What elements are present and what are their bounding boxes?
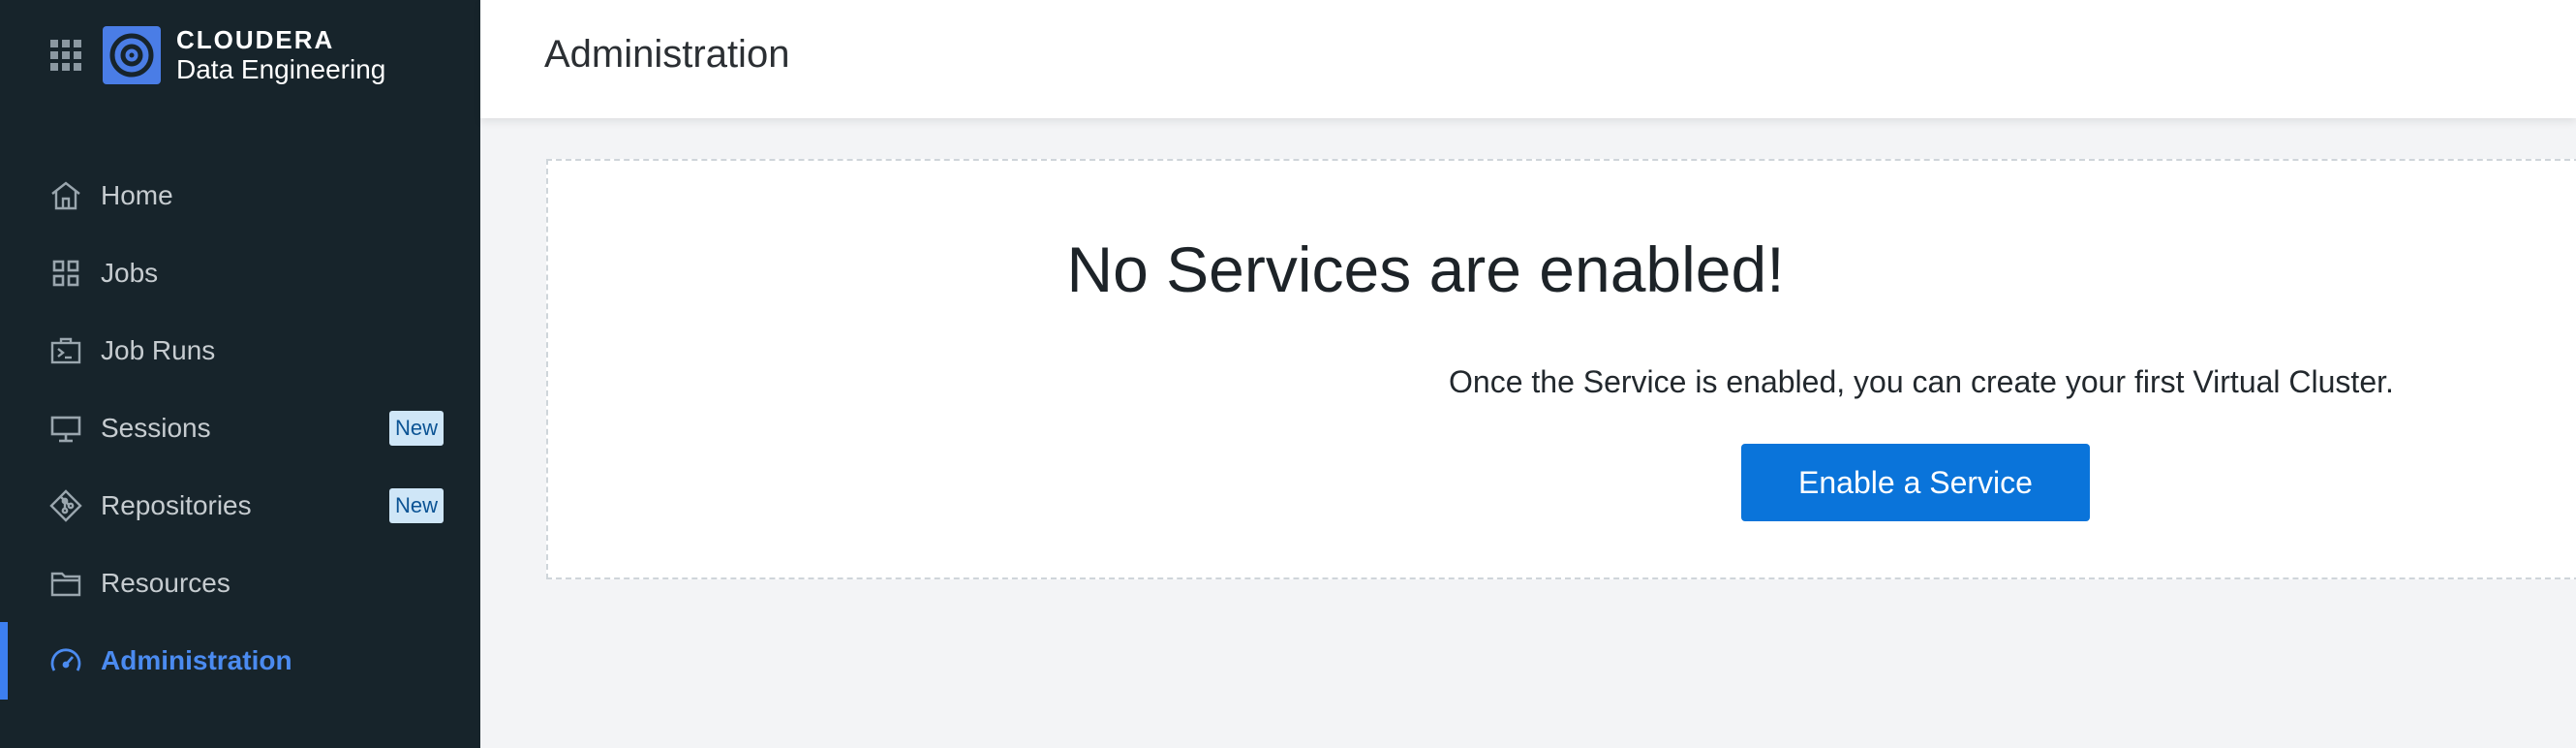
empty-state-card: No Services are enabled! Once the Servic… xyxy=(546,159,2576,579)
sidebar-item-job-runs[interactable]: Job Runs xyxy=(0,312,480,390)
empty-state-title-text: No Services are enabled! xyxy=(1066,234,1785,305)
home-icon xyxy=(46,176,85,215)
sidebar-item-label: Resources xyxy=(101,568,230,598)
cloudera-logo-icon xyxy=(103,26,161,84)
grid-icon xyxy=(46,254,85,293)
sidebar-item-label: Repositories xyxy=(101,490,252,520)
brand-text: CLOUDERA Data Engineering xyxy=(176,27,385,83)
page-header: Administration xyxy=(480,0,2576,118)
sidebar-item-label: Home xyxy=(101,180,173,210)
folder-icon xyxy=(46,564,85,603)
enable-service-button[interactable]: Enable a Service xyxy=(1741,444,2090,521)
sidebar-item-label: Job Runs xyxy=(101,335,216,365)
empty-state-title: No Services are enabled! xyxy=(548,233,2576,306)
new-badge: New xyxy=(388,488,444,523)
brand-product: Data Engineering xyxy=(176,54,386,84)
sidebar: CLOUDERA Data Engineering Home Jobs Job … xyxy=(0,0,480,748)
app-switcher-icon[interactable] xyxy=(48,38,83,73)
terminal-case-icon xyxy=(46,331,85,370)
sidebar-item-home[interactable]: Home xyxy=(0,157,480,234)
empty-state-message: Once the Service is enabled, you can cre… xyxy=(1449,364,2394,399)
new-badge: New xyxy=(388,411,444,446)
sidebar-item-administration[interactable]: Administration xyxy=(0,622,480,700)
monitor-icon xyxy=(46,409,85,448)
sidebar-item-sessions[interactable]: Sessions New xyxy=(0,390,480,467)
app-root: CLOUDERA Data Engineering Home Jobs Job … xyxy=(0,0,2576,748)
sidebar-item-resources[interactable]: Resources xyxy=(0,545,480,622)
sidebar-item-label: Sessions xyxy=(101,413,211,443)
sidebar-item-label: Administration xyxy=(101,645,292,675)
gauge-icon xyxy=(46,641,85,680)
sidebar-nav: Home Jobs Job Runs Sessions New Reposito… xyxy=(0,157,480,700)
sidebar-item-label: Jobs xyxy=(101,258,159,288)
brand: CLOUDERA Data Engineering xyxy=(48,21,385,89)
git-icon xyxy=(46,486,85,525)
brand-company: CLOUDERA xyxy=(176,25,335,54)
sidebar-item-repositories[interactable]: Repositories New xyxy=(0,467,480,545)
sidebar-item-jobs[interactable]: Jobs xyxy=(0,234,480,312)
page-title: Administration xyxy=(544,33,790,76)
